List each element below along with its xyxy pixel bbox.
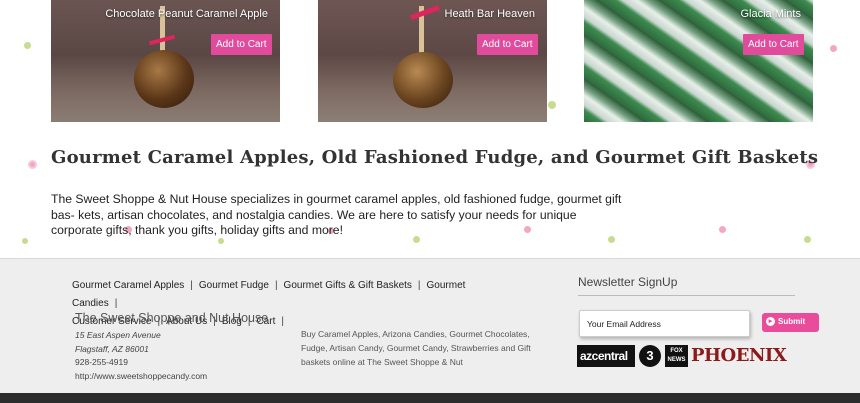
fox-news-logo: FOX NEWS [665,345,688,367]
decor-dot [218,238,224,244]
newsletter-divider [578,295,795,296]
footer-link-caramel-apples[interactable]: Gourmet Caramel Apples [72,280,184,291]
product-tile[interactable]: Heath Bar Heaven Add to Cart [318,0,547,122]
product-name[interactable]: Heath Bar Heaven [445,8,536,20]
nav-separator: | [274,280,278,291]
address-line-1: 15 East Aspen Avenue [75,330,161,340]
caramel-apple [134,50,194,108]
caramel-apple [393,52,453,108]
channel-3-logo: 3 [639,345,661,367]
add-to-cart-button[interactable]: Add to Cart [477,34,538,55]
page-heading: Gourmet Caramel Apples, Old Fashioned Fu… [51,147,819,168]
bottom-bar [0,393,860,403]
newsletter-title: Newsletter SignUp [578,275,678,289]
decor-dot [719,226,726,233]
newsletter-submit-button[interactable]: ▸ Submit [762,313,819,332]
site-footer: Gourmet Caramel Apples | Gourmet Fudge | Gou… [0,258,860,393]
featured-products: Chocolate Peanut Caramel Apple Add to Ca… [0,0,860,122]
add-to-cart-button[interactable]: Add to Cart [743,34,804,55]
decor-dot [22,238,28,244]
seo-description: Buy Caramel Apples, Arizona Candies, Gou… [301,329,531,367]
nav-separator: | [190,280,193,291]
intro-paragraph: The Sweet Shoppe & Nut House specializes… [51,192,622,237]
footer-link-gift-baskets[interactable]: Gourmet Gifts & Gift Baskets [284,280,412,291]
product-name[interactable]: Glacia Mints [740,8,801,20]
newsletter-email-input[interactable]: Your Email Address [579,310,750,337]
arrow-right-icon: ▸ [766,317,775,326]
product-tile[interactable]: Glacia Mints Add to Cart [584,0,813,122]
azcentral-logo: azcentral [577,345,635,367]
phoenix-magazine-logo: PHOENIX [691,345,787,366]
product-tile[interactable]: Chocolate Peanut Caramel Apple Add to Ca… [51,0,280,122]
website-link[interactable]: http://www.sweetshoppecandy.com [75,370,207,384]
product-name[interactable]: Chocolate Peanut Caramel Apple [105,8,268,20]
decor-dot [28,160,37,169]
footer-link-fudge[interactable]: Gourmet Fudge [199,280,269,291]
decor-dot [804,236,811,243]
add-to-cart-button[interactable]: Add to Cart [211,34,272,55]
business-name: The Sweet Shoppe and Nut House [75,311,269,325]
apple-ribbon [410,5,440,20]
submit-label: Submit [778,317,806,326]
phone-number: 928-255-4919 [75,357,128,367]
nav-separator: | [281,316,284,327]
nav-separator: | [114,298,118,309]
address-line-2: Flagstaff, AZ 86001 [75,343,149,354]
nav-separator: | [417,280,421,291]
business-address: 15 East Aspen Avenue Flagstaff, AZ 86001… [75,329,207,383]
